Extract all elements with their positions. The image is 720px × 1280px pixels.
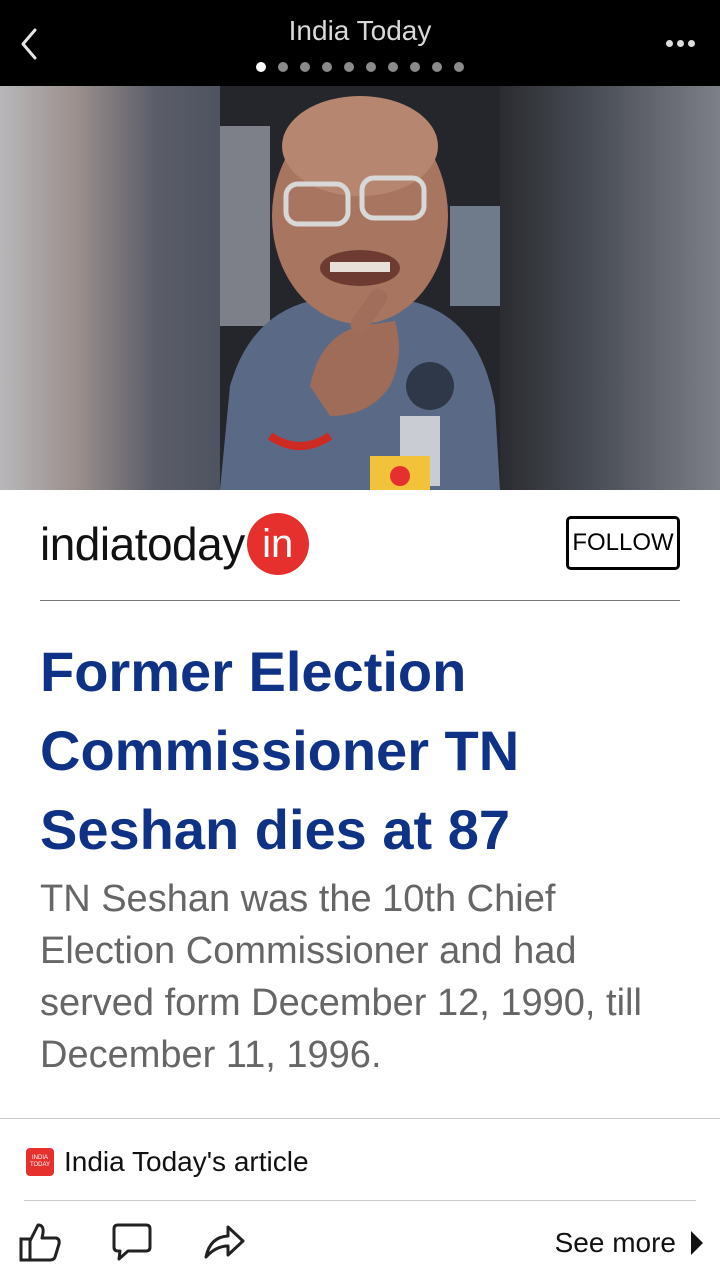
page-dot[interactable] (322, 62, 332, 72)
page-title: India Today (288, 15, 432, 46)
page-dot[interactable] (366, 62, 376, 72)
share-icon (204, 1225, 245, 1259)
page-dot[interactable] (454, 62, 464, 72)
see-more-label: See more (554, 1227, 676, 1258)
page-dot[interactable] (300, 62, 310, 72)
page-dot[interactable] (278, 62, 288, 72)
source-logo-icon: INDIA TODAY (26, 1148, 54, 1176)
publisher-logo[interactable]: indiatoday in (40, 512, 309, 576)
more-horizontal-icon (665, 39, 673, 47)
comment-button[interactable] (108, 1218, 156, 1266)
top-bar: India Today (0, 0, 720, 86)
play-right-icon (691, 1231, 703, 1255)
page-dot[interactable] (388, 62, 398, 72)
portrait-illustration (220, 86, 500, 490)
more-dot (687, 39, 695, 47)
page-indicator (0, 62, 720, 72)
page-dot[interactable] (256, 62, 266, 72)
page-dot[interactable] (344, 62, 354, 72)
article-headline[interactable]: Former Election Commissioner TN Seshan d… (40, 632, 680, 869)
comment-icon (112, 1223, 152, 1261)
page-dot[interactable] (432, 62, 442, 72)
follow-button[interactable]: FOLLOW (566, 516, 680, 570)
image-photo (220, 86, 500, 490)
thumbs-up-icon (19, 1223, 61, 1262)
article-image[interactable] (0, 86, 720, 490)
divider (40, 600, 680, 601)
action-bar: See more (0, 1210, 720, 1280)
more-dot (676, 39, 684, 47)
source-label: India Today's article (64, 1146, 309, 1177)
more-options-button[interactable] (660, 28, 700, 58)
brand-badge: in (246, 513, 309, 575)
page-dot[interactable] (410, 62, 420, 72)
image-blur-right (500, 86, 720, 490)
source-link[interactable]: INDIA TODAY India Today's article (26, 1140, 309, 1184)
like-button[interactable] (16, 1218, 64, 1266)
divider (24, 1200, 696, 1201)
divider (0, 1118, 720, 1119)
see-more-button[interactable]: See more (555, 1222, 704, 1264)
image-blur-left (0, 86, 220, 490)
article-summary: TN Seshan was the 10th Chief Election Co… (40, 878, 642, 1076)
brand-wordmark: indiatoday (40, 518, 245, 570)
share-button[interactable] (200, 1218, 248, 1266)
